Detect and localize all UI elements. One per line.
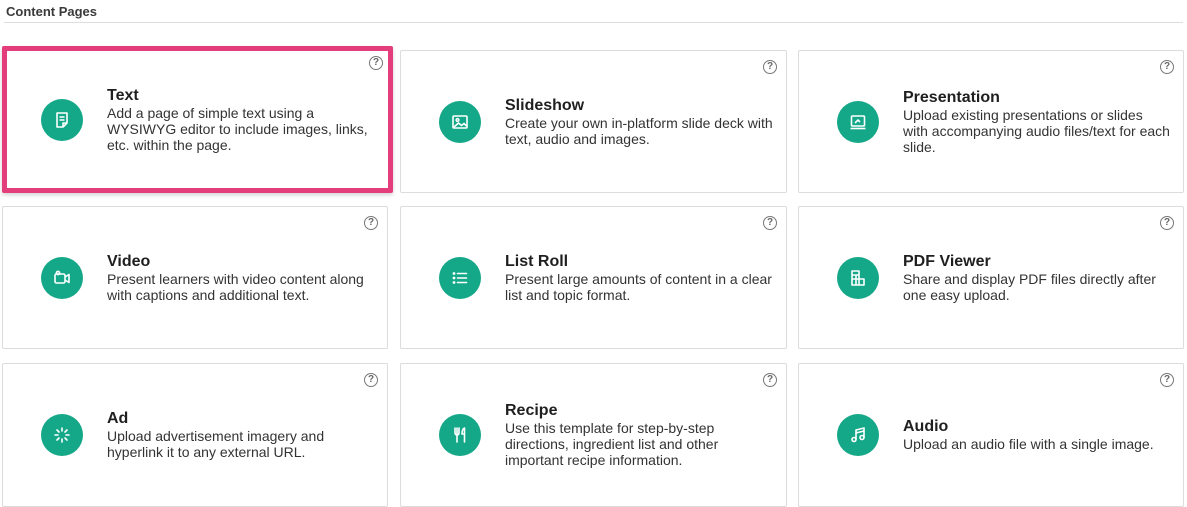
card-text-content: Audio Upload an audio file with a single… bbox=[903, 418, 1171, 452]
help-icon[interactable]: ? bbox=[364, 216, 378, 230]
card-text-content: Recipe Use this template for step-by-ste… bbox=[505, 402, 774, 468]
card-text-content: Video Present learners with video conten… bbox=[107, 253, 375, 303]
card-description: Present learners with video content alon… bbox=[107, 270, 364, 303]
card-description: Upload existing presentations or slides … bbox=[903, 106, 1170, 155]
card-description: Use this template for step-by-step direc… bbox=[505, 420, 719, 468]
card-text-content: Text Add a page of simple text using a W… bbox=[107, 87, 376, 153]
card-text[interactable]: Text Add a page of simple text using a W… bbox=[2, 46, 393, 193]
music-note-icon bbox=[837, 414, 879, 456]
help-icon[interactable]: ? bbox=[1160, 216, 1174, 230]
card-title: Audio bbox=[903, 418, 949, 435]
card-pdf-viewer[interactable]: PDF Viewer Share and display PDF files d… bbox=[798, 206, 1184, 349]
help-icon[interactable]: ? bbox=[364, 373, 378, 387]
image-icon bbox=[439, 100, 481, 143]
help-icon[interactable]: ? bbox=[763, 373, 777, 387]
card-text-content: Presentation Upload existing presentatio… bbox=[903, 89, 1171, 155]
card-recipe[interactable]: Recipe Use this template for step-by-ste… bbox=[400, 363, 787, 507]
card-title: List Roll bbox=[505, 252, 569, 270]
section-divider bbox=[4, 22, 1183, 23]
card-description: Present large amounts of content in a cl… bbox=[505, 270, 772, 303]
card-ad[interactable]: Ad Upload advertisement imagery and hype… bbox=[2, 363, 388, 507]
card-text-content: Ad Upload advertisement imagery and hype… bbox=[107, 410, 375, 460]
ad-burst-icon bbox=[41, 414, 83, 456]
card-description: Upload an audio file with a single image… bbox=[903, 436, 1154, 452]
card-slideshow[interactable]: Slideshow Create your own in-platform sl… bbox=[400, 50, 787, 193]
card-title: Presentation bbox=[903, 88, 1000, 106]
pdf-viewer-icon bbox=[837, 256, 879, 299]
section-title: Content Pages bbox=[6, 4, 98, 19]
help-icon[interactable]: ? bbox=[369, 56, 383, 70]
text-page-icon bbox=[41, 98, 83, 141]
card-list-roll[interactable]: List Roll Present large amounts of conte… bbox=[400, 206, 787, 349]
list-icon bbox=[439, 256, 481, 299]
card-presentation[interactable]: Presentation Upload existing presentatio… bbox=[798, 50, 1184, 193]
help-icon[interactable]: ? bbox=[1160, 60, 1174, 74]
card-description: Create your own in-platform slide deck w… bbox=[505, 114, 773, 147]
card-title: Slideshow bbox=[505, 96, 585, 114]
card-title: Text bbox=[107, 86, 139, 104]
card-title: Video bbox=[107, 252, 151, 270]
help-icon[interactable]: ? bbox=[763, 216, 777, 230]
help-icon[interactable]: ? bbox=[1160, 373, 1174, 387]
card-text-content: PDF Viewer Share and display PDF files d… bbox=[903, 253, 1171, 303]
card-description: Add a page of simple text using a WYSIWY… bbox=[107, 104, 368, 153]
card-text-content: List Roll Present large amounts of conte… bbox=[505, 253, 774, 303]
card-description: Share and display PDF files directly aft… bbox=[903, 270, 1156, 303]
card-title: Recipe bbox=[505, 402, 558, 419]
card-video[interactable]: Video Present learners with video conten… bbox=[2, 206, 388, 349]
video-camera-icon bbox=[41, 256, 83, 299]
card-title: PDF Viewer bbox=[903, 252, 991, 270]
card-text-content: Slideshow Create your own in-platform sl… bbox=[505, 97, 774, 147]
fork-knife-icon bbox=[439, 414, 481, 456]
help-icon[interactable]: ? bbox=[763, 60, 777, 74]
presentation-icon bbox=[837, 100, 879, 143]
card-description: Upload advertisement imagery and hyperli… bbox=[107, 428, 325, 460]
card-audio[interactable]: Audio Upload an audio file with a single… bbox=[798, 363, 1184, 507]
card-title: Ad bbox=[107, 410, 129, 427]
content-page-grid: Text Add a page of simple text using a W… bbox=[2, 46, 1186, 507]
